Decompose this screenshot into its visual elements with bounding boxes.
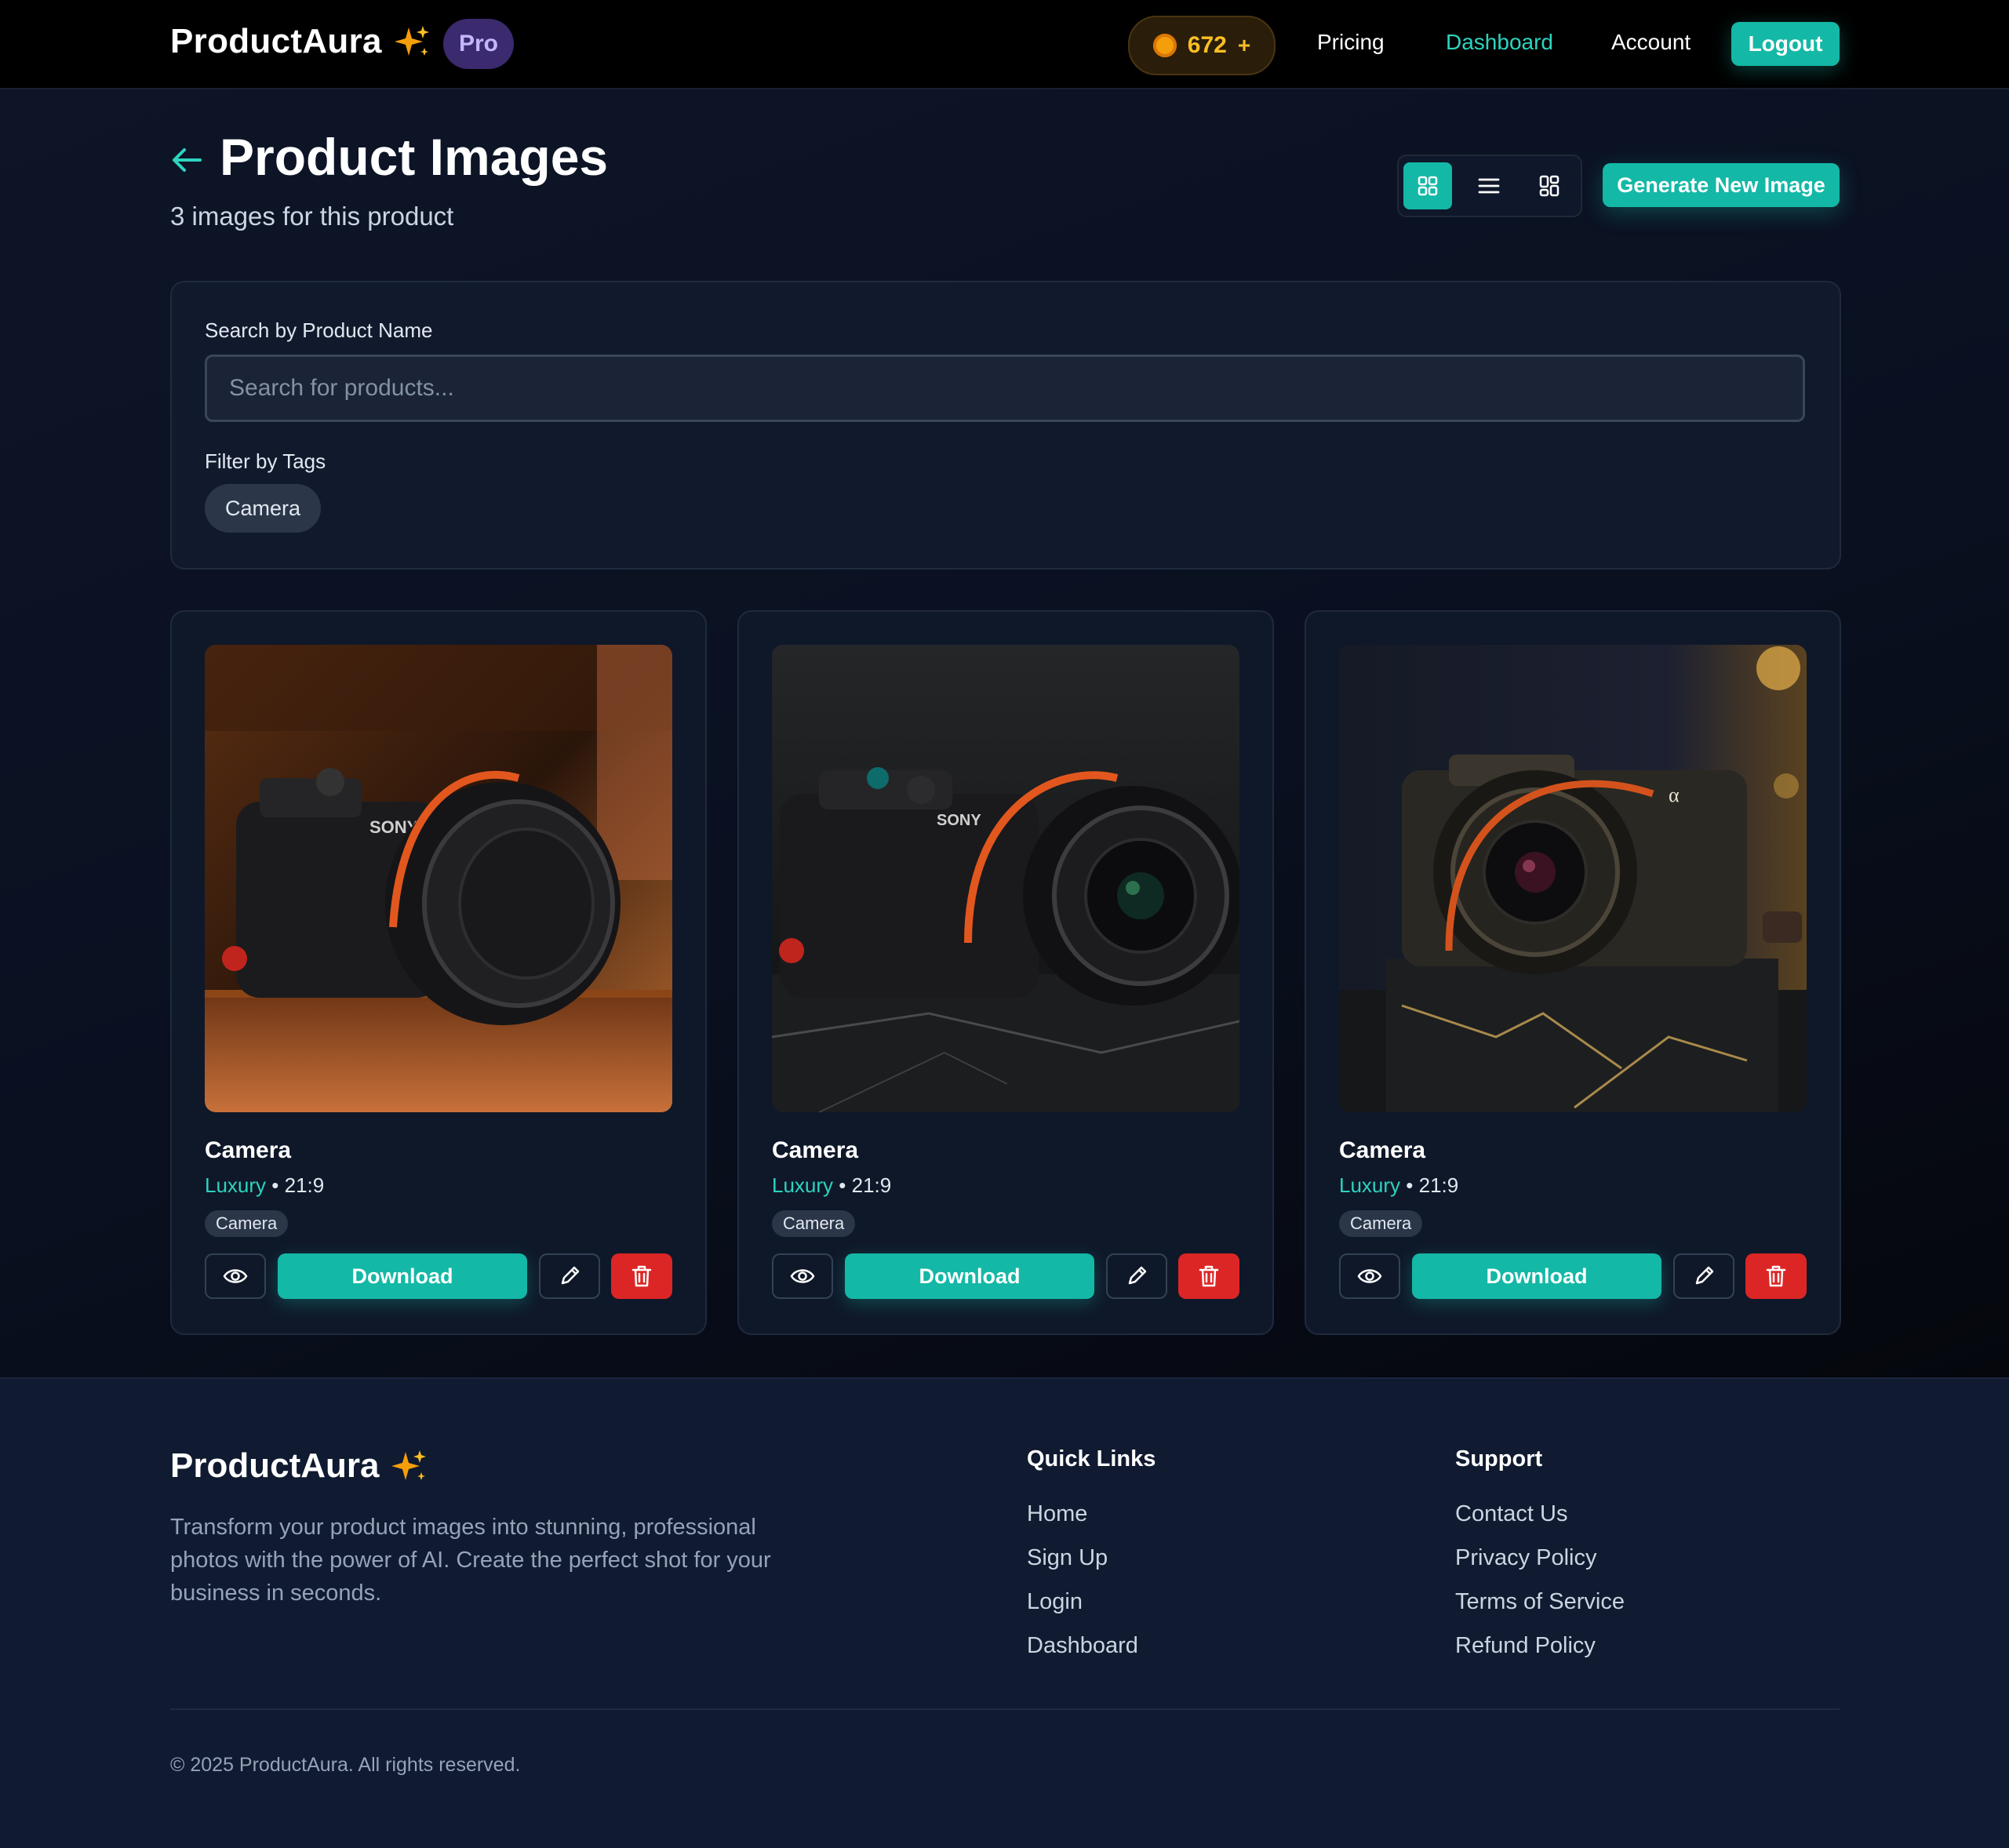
view-button[interactable] [772,1253,833,1299]
add-credits-icon: + [1237,33,1251,57]
footer-link-home[interactable]: Home [1027,1501,1087,1527]
footer-link-dashboard[interactable]: Dashboard [1027,1633,1138,1659]
footer-copyright: © 2025 ProductAura. All rights reserved. [170,1754,521,1776]
card-actions: Download [772,1253,1239,1301]
brand-name: ProductAura [170,22,382,60]
image-card: SONY Camera Luxury • 21:9 Camera Downloa… [737,610,1274,1335]
card-style: Luxury [772,1173,834,1197]
footer-divider [170,1708,1840,1710]
card-aspect-ratio: 21:9 [851,1173,892,1197]
nav-link-account[interactable]: Account [1611,30,1691,55]
masonry-icon [1539,175,1560,197]
footer-brand-name: ProductAura [170,1446,380,1485]
delete-button[interactable] [1745,1253,1807,1299]
page-subtitle: 3 images for this product [170,202,454,231]
footer-description: Transform your product images into stunn… [170,1515,771,1606]
product-image[interactable]: SONY α [1339,645,1807,1112]
trash-icon [1199,1265,1219,1287]
generate-new-image-button[interactable]: Generate New Image [1603,163,1840,207]
nav-link-pricing[interactable]: Pricing [1317,30,1385,55]
brand-logo[interactable]: ProductAura [170,22,431,61]
footer-link-refund-policy[interactable]: Refund Policy [1455,1633,1596,1659]
view-mode-toggle [1397,155,1582,217]
eye-icon [223,1269,248,1283]
page-title: Product Images [220,128,609,186]
filter-panel: Search by Product Name Filter by Tags Ca… [170,281,1841,569]
footer-link-privacy-policy[interactable]: Privacy Policy [1455,1545,1597,1571]
delete-button[interactable] [1178,1253,1239,1299]
svg-text:α: α [1669,784,1680,806]
sparkles-icon [391,1450,427,1480]
footer-link-sign-up[interactable]: Sign Up [1027,1545,1108,1571]
filter-tags-label: Filter by Tags [205,449,326,473]
view-button[interactable] [205,1253,266,1299]
grid-view-button[interactable] [1403,162,1452,209]
pencil-icon [1128,1266,1147,1285]
search-input[interactable] [205,355,1805,422]
card-title: Camera [772,1137,859,1163]
eye-icon [790,1269,815,1283]
download-button[interactable]: Download [845,1253,1094,1299]
card-actions: Download [1339,1253,1807,1301]
back-arrow-icon[interactable] [170,144,203,176]
card-meta: Luxury • 21:9 [772,1173,891,1198]
card-meta: Luxury • 21:9 [205,1173,324,1198]
card-aspect-ratio: 21:9 [1418,1173,1459,1197]
footer-brand[interactable]: ProductAura [170,1446,428,1486]
edit-button[interactable] [539,1253,600,1299]
search-label: Search by Product Name [205,318,433,342]
card-meta: Luxury • 21:9 [1339,1173,1458,1198]
card-style: Luxury [1339,1173,1401,1197]
sparkles-icon [394,26,429,56]
card-title: Camera [205,1137,292,1163]
image-card: SONY α Camera Luxury • 21:9 Camera Downl… [1305,610,1841,1335]
grid-icon [1418,176,1438,196]
trash-icon [631,1265,652,1287]
card-actions: Download [205,1253,672,1301]
edit-button[interactable] [1106,1253,1167,1299]
download-button[interactable]: Download [1412,1253,1661,1299]
support-heading: Support [1455,1446,1543,1471]
view-button[interactable] [1339,1253,1400,1299]
coin-icon [1152,34,1177,57]
edit-button[interactable] [1673,1253,1734,1299]
eye-icon [1357,1269,1382,1283]
credits-count: 672 [1187,32,1227,58]
card-title: Camera [1339,1137,1426,1163]
footer-link-contact-us[interactable]: Contact Us [1455,1501,1567,1527]
card-tag: Camera [772,1210,856,1237]
image-card: SONY Camera Luxury • 21:9 Camera Downloa… [170,610,707,1335]
plan-badge: Pro [443,19,514,69]
pencil-icon [561,1266,580,1285]
quick-links-heading: Quick Links [1027,1446,1156,1471]
card-aspect-ratio: 21:9 [284,1173,325,1197]
credits-button[interactable]: 672 + [1128,16,1276,75]
meta-separator: • [1406,1173,1419,1197]
top-navbar: ProductAura Pro 672 + Pricing Dashboard … [0,0,2009,89]
product-image[interactable]: SONY [205,645,672,1112]
card-tag: Camera [1339,1210,1423,1237]
download-button[interactable]: Download [278,1253,527,1299]
meta-separator: • [271,1173,285,1197]
pencil-icon [1695,1266,1714,1285]
footer-link-login[interactable]: Login [1027,1589,1083,1615]
product-image[interactable]: SONY [772,645,1239,1112]
delete-button[interactable] [611,1253,672,1299]
card-tag: Camera [205,1210,289,1237]
trash-icon [1766,1265,1786,1287]
card-style: Luxury [205,1173,267,1197]
tag-filter-camera[interactable]: Camera [205,484,321,533]
logout-button[interactable]: Logout [1731,22,1840,66]
meta-separator: • [839,1173,852,1197]
svg-text:SONY: SONY [937,812,981,829]
list-view-button[interactable] [1465,162,1513,209]
footer-link-terms-of-service[interactable]: Terms of Service [1455,1589,1625,1615]
footer: ProductAura Transform your product image… [0,1377,2009,1848]
nav-link-dashboard[interactable]: Dashboard [1446,30,1553,55]
list-icon [1478,178,1500,194]
masonry-view-button[interactable] [1525,162,1574,209]
